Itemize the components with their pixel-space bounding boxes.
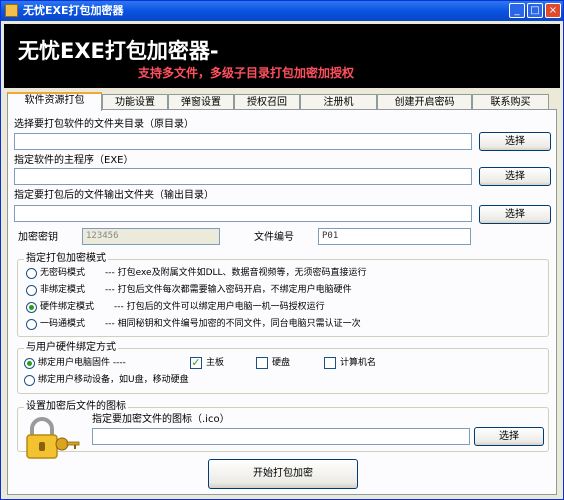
mode-name-no-password: 无密码模式 bbox=[40, 268, 86, 278]
file-no-label: 文件编号 bbox=[254, 232, 294, 243]
source-dir-label: 选择要打包软件的文件夹目录（原目录） bbox=[14, 119, 194, 130]
banner-subtitle: 支持多文件，多级子目录打包加密加授权 bbox=[138, 66, 355, 80]
title-bar[interactable]: 无忧EXE打包加密器 _ □ × bbox=[1, 1, 563, 21]
banner: 无忧EXE打包加密器- 支持多文件，多级子目录打包加密加授权 bbox=[4, 24, 560, 88]
tab-keygen[interactable]: 注册机 bbox=[300, 94, 377, 109]
mode-desc-no-password: --- 打包exe及附属文件如DLL、数据音视频等，无须密码直接运行 bbox=[105, 268, 367, 278]
main-exe-input[interactable] bbox=[14, 168, 472, 185]
tab-feature-settings[interactable]: 功能设置 bbox=[102, 94, 168, 109]
window-title: 无忧EXE打包加密器 bbox=[23, 4, 124, 17]
mainboard-checkbox[interactable]: ✓ bbox=[190, 357, 202, 369]
tab-contact-purchase[interactable]: 联系购买 bbox=[472, 94, 549, 109]
tab-panel: 选择要打包软件的文件夹目录（原目录） 选择 指定软件的主程序（EXE） 选择 指… bbox=[7, 109, 557, 495]
tab-strip: 软件资源打包 功能设置 弹窗设置 授权召回 注册机 创建开启密码 联系购买 bbox=[7, 92, 557, 111]
start-encrypt-button[interactable]: 开始打包加密 bbox=[208, 459, 358, 489]
disk-checkbox[interactable] bbox=[256, 357, 268, 369]
icon-file-label: 指定要加密文件的图标（.ico） bbox=[92, 414, 230, 425]
bind-pc-label: 绑定用户电脑固件 ---- bbox=[38, 358, 126, 368]
computer-name-label: 计算机名 bbox=[340, 358, 377, 368]
key-label: 加密密钥 bbox=[18, 232, 58, 243]
tab-license-recall[interactable]: 授权召回 bbox=[234, 94, 300, 109]
icon-settings-title: 设置加密后文件的图标 bbox=[24, 401, 128, 413]
file-no-input[interactable]: P01 bbox=[318, 228, 471, 245]
tab-resource-pack[interactable]: 软件资源打包 bbox=[7, 92, 102, 111]
mode-desc-unbound: --- 打包后文件每次都需要输入密码开启，不绑定用户电脑硬件 bbox=[105, 285, 352, 295]
close-button[interactable]: × bbox=[545, 3, 561, 18]
bind-pc-radio[interactable] bbox=[24, 358, 35, 369]
encryption-mode-group: 指定打包加密模式 无密码模式 --- 打包exe及附属文件如DLL、数据音视频等… bbox=[17, 253, 549, 337]
mode-desc-hardware-bound: --- 打包后的文件可以绑定用户电脑一机一码授权运行 bbox=[114, 302, 325, 312]
banner-title: 无忧EXE打包加密器- bbox=[18, 39, 219, 63]
icon-file-input[interactable] bbox=[92, 428, 470, 445]
mode-radio-unbound[interactable] bbox=[26, 285, 37, 296]
source-dir-browse-button[interactable]: 选择 bbox=[479, 132, 551, 151]
maximize-button[interactable]: □ bbox=[527, 3, 543, 18]
tab-create-open-password[interactable]: 创建开启密码 bbox=[377, 94, 472, 109]
mode-name-hardware-bound: 硬件绑定模式 bbox=[40, 302, 95, 312]
tab-popup-settings[interactable]: 弹窗设置 bbox=[168, 94, 234, 109]
output-dir-label: 指定要打包后的文件输出文件夹（输出目录） bbox=[14, 190, 214, 201]
icon-browse-button[interactable]: 选择 bbox=[474, 427, 544, 446]
encryption-mode-title: 指定打包加密模式 bbox=[24, 253, 108, 265]
mode-name-unbound: 非绑定模式 bbox=[40, 285, 86, 295]
hardware-binding-group: 与用户硬件绑定方式 绑定用户电脑固件 ---- ✓ 主板 硬盘 计算机名 绑定用… bbox=[17, 342, 549, 394]
mode-desc-one-code: --- 相同秘钥和文件编号加密的不同文件，同台电脑只需认证一次 bbox=[105, 319, 361, 329]
mode-radio-one-code[interactable] bbox=[26, 319, 37, 330]
key-input[interactable]: 123456 bbox=[82, 228, 220, 245]
app-window: 无忧EXE打包加密器 _ □ × 无忧EXE打包加密器- 支持多文件，多级子目录… bbox=[0, 0, 564, 500]
mode-radio-no-password[interactable] bbox=[26, 268, 37, 279]
output-dir-input[interactable] bbox=[14, 205, 472, 222]
bind-usb-radio[interactable] bbox=[24, 375, 35, 386]
disk-label: 硬盘 bbox=[272, 358, 291, 368]
source-dir-input[interactable] bbox=[14, 133, 472, 150]
lock-key-icon bbox=[26, 417, 80, 459]
mode-radio-hardware-bound[interactable] bbox=[26, 302, 37, 313]
app-icon bbox=[5, 4, 18, 17]
main-exe-browse-button[interactable]: 选择 bbox=[479, 167, 551, 186]
computer-name-checkbox[interactable] bbox=[324, 357, 336, 369]
hardware-binding-title: 与用户硬件绑定方式 bbox=[24, 342, 118, 354]
mode-name-one-code: 一码通模式 bbox=[40, 319, 86, 329]
mainboard-label: 主板 bbox=[206, 358, 225, 368]
bind-usb-label: 绑定用户移动设备，如U盘，移动硬盘 bbox=[38, 375, 189, 385]
main-exe-label: 指定软件的主程序（EXE） bbox=[14, 155, 134, 166]
output-dir-browse-button[interactable]: 选择 bbox=[479, 205, 551, 224]
minimize-button[interactable]: _ bbox=[509, 3, 525, 18]
